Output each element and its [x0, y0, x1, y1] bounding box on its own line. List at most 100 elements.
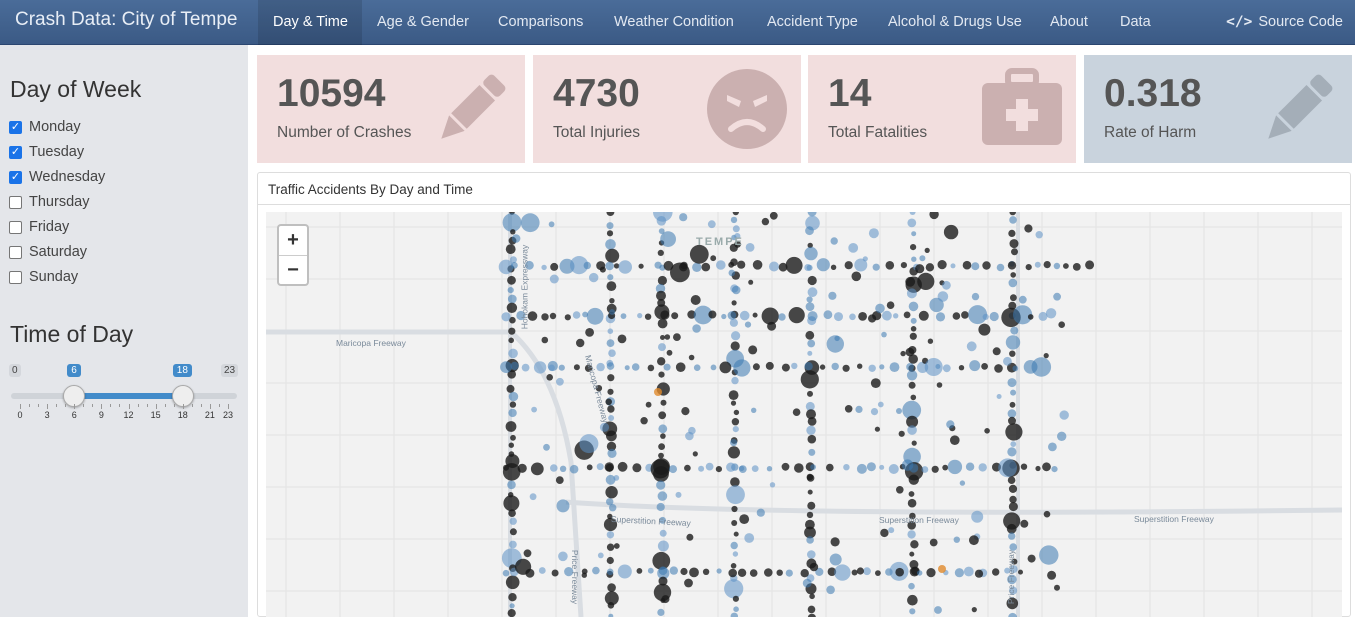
app-title: Crash Data: City of Tempe: [15, 9, 238, 30]
crash-point: [971, 607, 977, 613]
crash-point: [764, 568, 773, 577]
nav-tab-accident-type[interactable]: Accident Type: [767, 14, 858, 30]
crash-point: [605, 486, 618, 499]
crash-point: [1020, 519, 1029, 528]
map-canvas[interactable]: [266, 212, 1342, 617]
zoom-in-button[interactable]: +: [279, 226, 307, 255]
crash-point: [896, 486, 904, 494]
crash-point: [889, 362, 900, 372]
crash-point: [606, 212, 615, 216]
day-option-tuesday[interactable]: ✓ Tuesday: [9, 142, 84, 162]
crash-point: [728, 261, 735, 268]
crash-point: [549, 312, 557, 320]
crash-point: [730, 216, 738, 224]
nav-tab-data[interactable]: Data: [1120, 14, 1151, 30]
crash-point: [806, 296, 813, 303]
slider-min-label: 0: [9, 364, 21, 377]
nav-tab-comparisons[interactable]: Comparisons: [498, 14, 583, 30]
crash-point: [910, 394, 917, 401]
angry-face-icon: [707, 69, 787, 149]
crash-point: [581, 572, 587, 578]
crash-point: [942, 364, 951, 373]
crash-point: [632, 463, 642, 473]
crash-point: [659, 529, 667, 537]
crash-point: [950, 435, 960, 445]
crash-point: [900, 262, 908, 269]
map-zoom-control: + −: [277, 224, 309, 286]
crash-point: [785, 569, 793, 577]
crash-point: [984, 428, 990, 434]
day-option-friday[interactable]: Friday: [9, 217, 69, 237]
crash-point: [606, 222, 614, 230]
checkbox-sunday[interactable]: [9, 270, 22, 284]
crash-point: [541, 336, 549, 344]
crash-point: [907, 218, 917, 228]
crash-point: [657, 318, 668, 329]
crash-point: [937, 260, 947, 270]
nav-tab-alcohol-drugs[interactable]: Alcohol & Drugs Use: [888, 14, 1022, 30]
slider-tick: [20, 404, 21, 409]
crash-point: [731, 520, 738, 526]
crash-point: [592, 566, 600, 575]
crash-point: [947, 459, 963, 475]
slider-tick: [218, 404, 220, 407]
nav-tab-day-time[interactable]: Day & Time: [273, 14, 348, 30]
nav-tab-about[interactable]: About: [1050, 14, 1088, 30]
crash-point: [728, 390, 739, 400]
crash-point: [737, 568, 747, 577]
crash-point: [752, 260, 763, 270]
crash-point: [804, 362, 813, 371]
crash-point: [785, 256, 803, 274]
zoom-out-button[interactable]: −: [279, 255, 307, 284]
crash-point: [965, 462, 975, 471]
slider-tick: [182, 404, 184, 409]
slider-tick-label: 3: [44, 410, 50, 420]
crash-point: [810, 464, 816, 470]
checkbox-friday[interactable]: [9, 220, 22, 234]
nav-tab-age-gender[interactable]: Age & Gender: [377, 14, 469, 30]
crash-point: [657, 491, 668, 501]
crash-point: [807, 501, 816, 510]
crash-point: [1053, 262, 1061, 270]
slider-tick-label: 12: [123, 410, 134, 420]
day-option-wednesday[interactable]: ✓ Wednesday: [9, 167, 105, 187]
checkbox-wednesday[interactable]: ✓: [9, 170, 22, 184]
crash-point: [684, 578, 693, 588]
crash-point: [800, 569, 809, 578]
day-option-thursday[interactable]: Thursday: [9, 192, 89, 212]
crash-point: [606, 430, 617, 442]
crash-point: [533, 361, 547, 374]
crash-point: [856, 567, 865, 575]
crash-point: [558, 551, 568, 562]
crash-point: [1027, 314, 1034, 320]
source-code-link[interactable]: </> Source Code: [1226, 14, 1343, 30]
time-range-slider[interactable]: 0 23 6 18 0 3 6 9 12 15 18 21 23: [9, 360, 239, 430]
crash-point: [541, 313, 549, 321]
crash-point: [609, 504, 617, 512]
crash-point: [650, 459, 670, 479]
crash-point: [879, 464, 885, 470]
crash-point: [511, 262, 518, 269]
crash-point: [1008, 229, 1016, 237]
crash-point: [508, 442, 514, 448]
day-option-label: Tuesday: [29, 144, 85, 160]
checkbox-tuesday[interactable]: ✓: [9, 145, 22, 159]
crash-map[interactable]: Maricopa Freeway Maricopa Freeway Supers…: [266, 212, 1342, 617]
day-option-monday[interactable]: ✓ Monday: [9, 117, 81, 137]
day-option-saturday[interactable]: Saturday: [9, 242, 87, 262]
nav-tab-weather-condition[interactable]: Weather Condition: [614, 14, 734, 30]
crash-point: [924, 247, 930, 253]
day-option-sunday[interactable]: Sunday: [9, 267, 78, 287]
checkbox-saturday[interactable]: [9, 245, 22, 259]
crash-point: [688, 354, 695, 361]
crash-point: [806, 536, 814, 544]
crash-point: [573, 364, 580, 371]
crash-point: [942, 464, 949, 471]
crash-point: [680, 567, 688, 576]
crash-point: [1007, 447, 1017, 457]
crash-point: [842, 364, 850, 372]
crash-point: [505, 244, 516, 254]
checkbox-monday[interactable]: ✓: [9, 120, 22, 134]
crash-point: [510, 229, 516, 235]
checkbox-thursday[interactable]: [9, 195, 22, 209]
